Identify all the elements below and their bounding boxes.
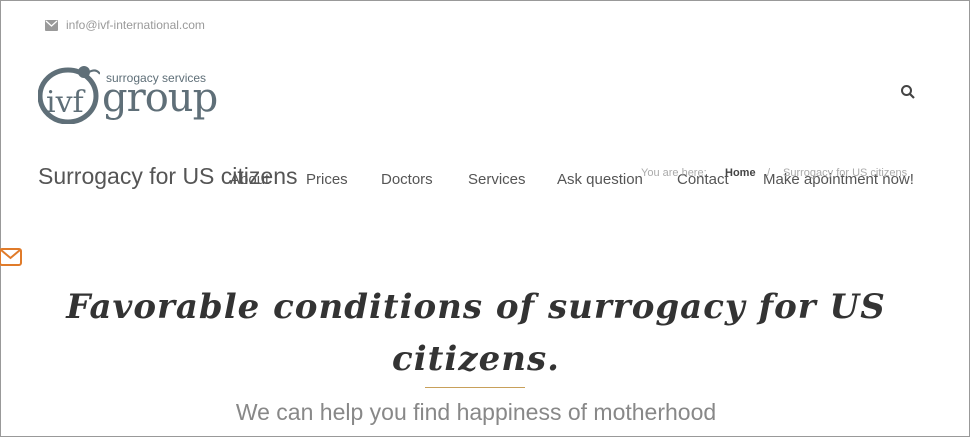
- nav-item-services[interactable]: Services: [468, 171, 526, 188]
- hero-title: Favorable conditions of surrogacy for US…: [66, 287, 886, 379]
- logo[interactable]: ivf surrogacy services group: [36, 56, 218, 128]
- breadcrumb-current: Surrogacy for US citizens: [783, 167, 908, 179]
- logo-word: group: [102, 75, 218, 121]
- topbar-email[interactable]: info@ivf-international.com: [45, 17, 205, 33]
- breadcrumb-separator: /: [767, 167, 771, 179]
- hero-subtitle: We can help you find happiness of mother…: [235, 399, 717, 425]
- nav-item-ask-question[interactable]: Ask question: [557, 171, 643, 188]
- envelope-icon[interactable]: [0, 246, 23, 268]
- breadcrumb: You are here: Home / Surrogacy for US ci…: [641, 167, 907, 179]
- nav-item-about[interactable]: About: [230, 171, 269, 188]
- email-link[interactable]: info@ivf-international.com: [66, 18, 205, 32]
- svg-text:ivf: ivf: [46, 85, 86, 120]
- search-icon[interactable]: [900, 84, 916, 100]
- nav-item-prices[interactable]: Prices: [306, 171, 348, 188]
- breadcrumb-home-link[interactable]: Home: [725, 167, 756, 179]
- mail-icon: [45, 19, 58, 31]
- breadcrumb-prefix: You are here:: [641, 167, 707, 179]
- hero-divider: [425, 387, 525, 388]
- nav-item-doctors[interactable]: Doctors: [381, 171, 433, 188]
- ivf-logo-mark: ivf: [38, 66, 100, 124]
